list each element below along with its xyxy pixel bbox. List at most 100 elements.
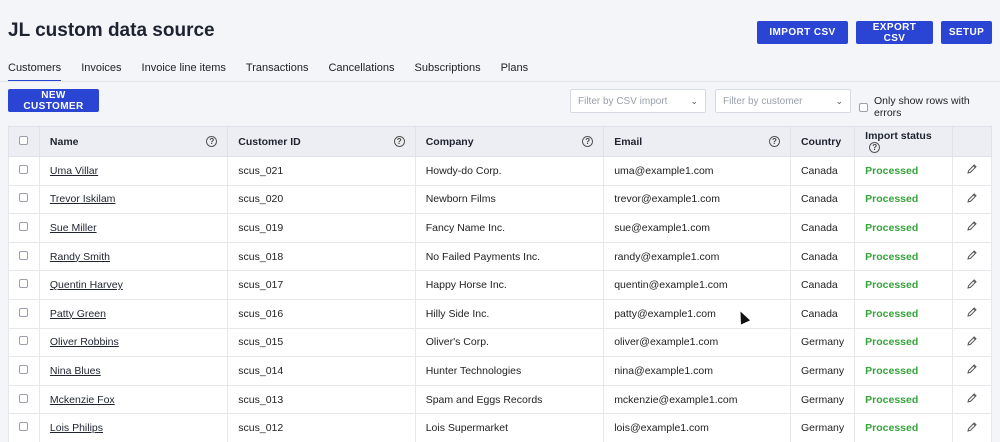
cell-email: quentin@example1.com (603, 270, 791, 300)
customer-name-link[interactable]: Patty Green (50, 308, 106, 320)
tab-customers[interactable]: Customers (8, 62, 62, 82)
tab-cancellations[interactable]: Cancellations (328, 62, 394, 82)
pencil-icon[interactable] (966, 278, 978, 290)
header-name[interactable]: Name? (38, 126, 229, 157)
table-row[interactable]: Sue Miller scus_019 Fancy Name Inc. sue@exa… (8, 213, 992, 243)
question-circle-icon[interactable]: ? (582, 136, 594, 147)
csv-import-filter[interactable]: Filter by CSV import ⌄ (570, 89, 706, 113)
customer-name-link[interactable]: Sue Miller (50, 222, 97, 234)
customer-name-link[interactable]: Mckenzie Fox (50, 394, 115, 406)
customer-name-link[interactable]: Randy Smith (50, 251, 110, 263)
new-customer-button[interactable]: NEW CUSTOMER (8, 89, 99, 112)
table-row[interactable]: Oliver Robbins scus_015 Oliver's Corp. oliv… (8, 327, 992, 358)
status-badge: Processed (865, 336, 919, 349)
pencil-icon[interactable] (966, 306, 978, 318)
table-row[interactable]: Randy Smith scus_018 No Failed Payments In… (8, 241, 992, 272)
chevron-down-icon: ⌄ (835, 96, 843, 106)
table-row[interactable]: Mckenzie Fox scus_013 Spam and Eggs Record… (8, 384, 992, 415)
tab-invoices[interactable]: Invoices (81, 62, 121, 82)
table-row[interactable]: Lois Philips scus_012 Lois Supermarket lois… (8, 413, 992, 442)
errors-only-label: Only show rows with errors (874, 95, 970, 119)
header-company[interactable]: Company? (414, 126, 605, 157)
pencil-icon[interactable] (966, 220, 978, 232)
cell-edit (952, 413, 992, 442)
errors-only-checkbox[interactable] (859, 102, 868, 112)
status-badge: Processed (865, 279, 919, 292)
row-checkbox[interactable] (19, 364, 29, 374)
cell-import-status: Processed (854, 184, 954, 215)
tab-invoice-line-items[interactable]: Invoice line items (142, 62, 226, 82)
header-customer-id[interactable]: Customer ID? (227, 126, 416, 157)
table-row[interactable]: Trevor Iskilam scus_020 Newborn Films trevo… (8, 184, 992, 215)
row-checkbox[interactable] (19, 164, 29, 174)
row-checkbox[interactable] (19, 393, 29, 403)
header-actions (952, 126, 992, 157)
cell-edit (952, 356, 992, 386)
row-checkbox[interactable] (19, 279, 29, 289)
customer-filter-placeholder: Filter by customer (723, 95, 803, 107)
export-csv-button[interactable]: EXPORT CSV (856, 21, 933, 44)
tab-transactions[interactable]: Transactions (246, 62, 309, 82)
cell-company: Hunter Technologies (414, 356, 605, 386)
row-checkbox[interactable] (19, 336, 29, 346)
cell-country: Canada (789, 156, 856, 186)
row-checkbox[interactable] (19, 422, 29, 432)
cell-edit (952, 384, 992, 415)
row-select-cell (8, 356, 40, 386)
tab-bar: Customers Invoices Invoice line items Tr… (8, 62, 528, 82)
table-row[interactable]: Uma Villar scus_021 Howdy-do Corp. uma@exam… (8, 156, 992, 186)
row-checkbox[interactable] (19, 221, 29, 231)
select-all-checkbox[interactable] (19, 135, 29, 145)
question-circle-icon[interactable]: ? (393, 136, 405, 147)
row-checkbox[interactable] (19, 250, 29, 260)
customer-name-link[interactable]: Uma Villar (50, 165, 98, 177)
tab-subscriptions[interactable]: Subscriptions (415, 62, 481, 82)
pencil-icon[interactable] (966, 363, 978, 375)
cell-customer-id: scus_013 (227, 384, 416, 415)
cell-email: uma@example1.com (603, 156, 791, 186)
customer-name-link[interactable]: Nina Blues (50, 365, 101, 377)
cell-company: Happy Horse Inc. (414, 270, 605, 300)
tab-plans[interactable]: Plans (501, 62, 529, 82)
cell-company: Lois Supermarket (414, 413, 605, 442)
customer-name-link[interactable]: Lois Philips (50, 422, 103, 434)
customer-name-link[interactable]: Quentin Harvey (50, 279, 123, 291)
import-csv-button[interactable]: IMPORT CSV (757, 21, 848, 44)
pencil-icon[interactable] (966, 421, 978, 433)
cell-customer-id: scus_017 (227, 270, 416, 300)
table-row[interactable]: Nina Blues scus_014 Hunter Technologies nin… (8, 356, 992, 386)
cell-email: mckenzie@example1.com (603, 384, 791, 415)
cell-country: Germany (789, 413, 856, 442)
setup-button[interactable]: SETUP (941, 21, 992, 44)
cell-email: trevor@example1.com (603, 184, 791, 215)
cell-email: patty@example1.com (603, 298, 791, 329)
cell-country: Canada (789, 213, 856, 243)
errors-only-toggle[interactable]: Only show rows with errors (859, 95, 1000, 119)
question-circle-icon[interactable]: ? (768, 136, 780, 147)
pencil-icon[interactable] (966, 335, 978, 347)
pencil-icon[interactable] (966, 249, 978, 261)
pencil-icon[interactable] (966, 392, 978, 404)
header-import-status[interactable]: Import status? (854, 126, 954, 157)
header-email[interactable]: Email? (603, 126, 791, 157)
cell-company: No Failed Payments Inc. (414, 241, 605, 272)
question-circle-icon[interactable]: ? (206, 136, 218, 147)
customer-name-link[interactable]: Trevor Iskilam (50, 193, 116, 205)
cell-customer-id: scus_015 (227, 327, 416, 358)
header-country[interactable]: Country (789, 126, 856, 157)
cell-import-status: Processed (854, 156, 954, 186)
question-circle-icon[interactable]: ? (869, 142, 881, 154)
table-row[interactable]: Quentin Harvey scus_017 Happy Horse Inc. qu… (8, 270, 992, 300)
row-checkbox[interactable] (19, 193, 29, 203)
customer-name-link[interactable]: Oliver Robbins (50, 336, 119, 348)
pencil-icon[interactable] (966, 163, 978, 175)
cell-edit (952, 156, 992, 186)
pencil-icon[interactable] (966, 192, 978, 204)
customer-filter[interactable]: Filter by customer ⌄ (715, 89, 851, 113)
cell-country: Canada (789, 270, 856, 300)
cell-country: Canada (789, 241, 856, 272)
cell-country: Germany (789, 384, 856, 415)
row-checkbox[interactable] (19, 307, 29, 317)
table-row[interactable]: Patty Green scus_016 Hilly Side Inc. patty@… (8, 298, 992, 329)
status-badge: Processed (865, 164, 919, 177)
